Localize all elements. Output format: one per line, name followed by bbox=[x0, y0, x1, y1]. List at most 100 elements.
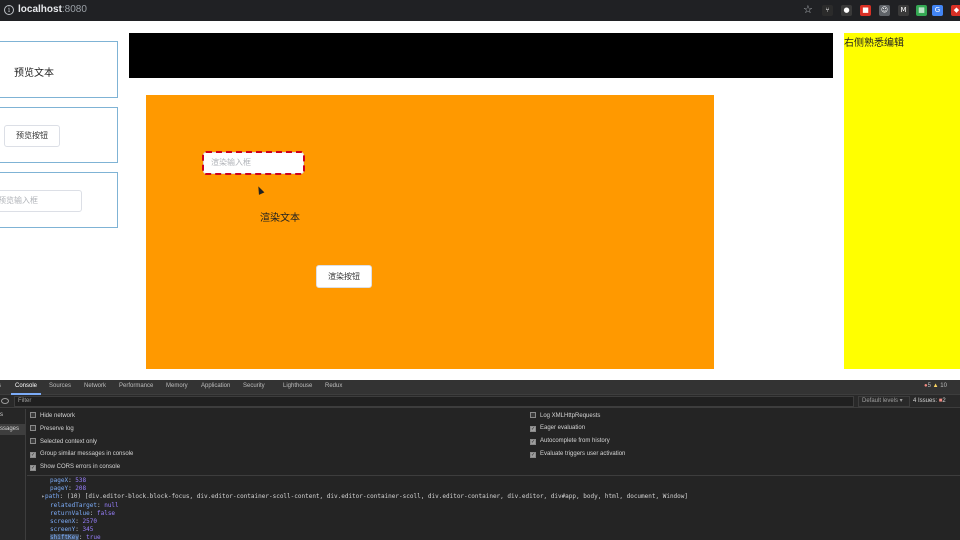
option-label: Log XMLHttpRequests bbox=[540, 413, 601, 419]
render-button[interactable]: 渲染按钮 bbox=[316, 265, 372, 288]
property-key: path bbox=[45, 493, 60, 501]
checkbox[interactable] bbox=[530, 412, 536, 418]
tab-lighthouse[interactable]: Lighthouse bbox=[283, 383, 312, 389]
ext-shield-icon[interactable]: ◆ bbox=[951, 5, 960, 16]
tab-security[interactable]: Security bbox=[243, 383, 265, 389]
devtools-panel: s Console Sources Network Performance Memory A… bbox=[0, 380, 960, 540]
mouse-cursor-icon bbox=[255, 185, 265, 195]
preview-input[interactable]: 预览输入框 bbox=[0, 190, 82, 212]
property-value: 345 bbox=[82, 526, 94, 534]
checkbox[interactable]: ✓ bbox=[30, 452, 36, 458]
checkbox[interactable] bbox=[30, 438, 36, 444]
left-option-3[interactable]: ✓ Group similar messages in console bbox=[30, 451, 133, 458]
tab-application[interactable]: Application bbox=[201, 383, 230, 389]
bookmark-star-icon[interactable]: ☆ bbox=[803, 3, 813, 16]
site-info-icon[interactable]: i bbox=[4, 5, 14, 15]
checkbox[interactable]: ✓ bbox=[530, 452, 536, 458]
ext-m-icon[interactable]: M bbox=[898, 5, 909, 16]
left-option-1[interactable]: Preserve log bbox=[30, 425, 74, 432]
property-value: false bbox=[96, 509, 116, 517]
property-value: (10) [div.editor-block.block-focus, div.… bbox=[66, 493, 689, 501]
editor-canvas[interactable]: 渲染输入框 渲染文本 渲染按钮 bbox=[146, 95, 714, 369]
tab-s[interactable]: s bbox=[0, 383, 1, 389]
expand-triangle-icon[interactable]: ▸ bbox=[27, 493, 45, 501]
console-sidebar: s ssages bbox=[0, 409, 26, 540]
console-line: screenY: 345 bbox=[50, 526, 94, 534]
option-label: Show CORS errors in console bbox=[40, 464, 121, 470]
issues-badge[interactable]: 4 Issues: ■2 bbox=[913, 398, 946, 404]
checkbox[interactable] bbox=[30, 412, 36, 418]
tab-performance[interactable]: Performance bbox=[119, 383, 153, 389]
preview-text: 预览文本 bbox=[14, 68, 54, 79]
tab-sources[interactable]: Sources bbox=[49, 383, 71, 389]
console-line: pageY: 208 bbox=[50, 485, 87, 493]
tab-redux[interactable]: Redux bbox=[325, 383, 342, 389]
right-option-1[interactable]: ✓ Eager evaluation bbox=[530, 425, 585, 432]
issues-label: 4 Issues: bbox=[913, 398, 938, 404]
preview-button[interactable]: 预览按钮 bbox=[4, 125, 60, 147]
filter-input[interactable]: Filter bbox=[14, 396, 854, 407]
ext-person-icon[interactable]: ☺ bbox=[879, 5, 890, 16]
sidebar-item-messages-all[interactable]: s bbox=[0, 412, 3, 418]
tab-memory[interactable]: Memory bbox=[166, 383, 188, 389]
ext-grid-icon[interactable]: ▦ bbox=[916, 5, 927, 16]
property-key: shiftKey bbox=[50, 534, 79, 540]
option-label: Group similar messages in console bbox=[40, 451, 134, 457]
property-key: screenY bbox=[50, 526, 76, 534]
ext-circle-icon[interactable]: ● bbox=[841, 5, 852, 16]
error-count: 5 bbox=[927, 383, 931, 389]
property-value: true bbox=[86, 534, 101, 540]
sidebar-item-messages[interactable]: ssages bbox=[0, 424, 25, 435]
checkbox[interactable]: ✓ bbox=[30, 465, 36, 471]
left-option-4[interactable]: ✓ Show CORS errors in console bbox=[30, 464, 120, 471]
console-line: returnValue: false bbox=[50, 509, 116, 517]
right-option-3[interactable]: ✓ Evaluate triggers user activation bbox=[530, 451, 625, 458]
console-line: pageX: 538 bbox=[50, 477, 87, 484]
property-key: pageX bbox=[50, 477, 69, 484]
tab-network[interactable]: Network bbox=[84, 383, 106, 389]
preview-input-block[interactable]: 预览输入框 bbox=[0, 172, 118, 228]
console-line: ▸ path: (10) [div.editor-block.block-foc… bbox=[27, 493, 960, 501]
property-key: returnValue bbox=[50, 509, 90, 517]
property-value: 2570 bbox=[82, 518, 97, 526]
property-panel-title: 右侧熟悉编辑 bbox=[844, 38, 904, 49]
devtools-tab-bar: s Console Sources Network Performance Memory A… bbox=[0, 380, 960, 395]
url-port: :8080 bbox=[61, 4, 87, 15]
render-text[interactable]: 渲染文本 bbox=[260, 209, 300, 224]
preview-button-block[interactable]: 预览按钮 bbox=[0, 107, 118, 163]
render-input[interactable]: 渲染输入框 bbox=[202, 151, 305, 175]
message-counts[interactable]: ●5 ▲ 10 bbox=[924, 383, 947, 389]
issues-count: 2 bbox=[942, 398, 946, 404]
default-levels-select[interactable]: Default levels ▾ bbox=[858, 396, 910, 407]
option-label: Preserve log bbox=[40, 426, 74, 432]
option-label: Selected context only bbox=[40, 439, 98, 445]
ext-fork-icon[interactable]: ⑂ bbox=[822, 5, 833, 16]
ext-red-icon[interactable]: ■ bbox=[860, 5, 871, 16]
checkbox[interactable]: ✓ bbox=[530, 426, 536, 432]
option-label: Eager evaluation bbox=[540, 425, 586, 431]
console-line: screenX: 2570 bbox=[50, 518, 97, 526]
screen: i localhost:8080 ☆ ⑂●■☺M▦G◆V 预览文本 预览按钮 预… bbox=[0, 0, 960, 540]
url-host: localhost bbox=[18, 4, 62, 15]
property-key: relatedTarget bbox=[50, 501, 97, 509]
ext-translate-icon[interactable]: G bbox=[932, 5, 943, 16]
preview-text-block[interactable]: 预览文本 bbox=[0, 41, 118, 98]
property-key: pageY bbox=[50, 485, 69, 493]
option-label: Hide network bbox=[40, 413, 76, 419]
address-bar[interactable]: localhost:8080 bbox=[18, 4, 87, 15]
console-line: shiftKey: true bbox=[50, 534, 101, 540]
checkbox[interactable]: ✓ bbox=[530, 439, 536, 445]
eye-icon[interactable] bbox=[1, 398, 9, 404]
browser-toolbar: i localhost:8080 ☆ ⑂●■☺M▦G◆V bbox=[0, 0, 960, 21]
left-option-0[interactable]: Hide network bbox=[30, 412, 75, 419]
right-option-2[interactable]: ✓ Autocomplete from history bbox=[530, 438, 610, 445]
checkbox[interactable] bbox=[30, 425, 36, 431]
tab-console[interactable]: Console bbox=[15, 383, 37, 389]
option-label: Evaluate triggers user activation bbox=[540, 451, 626, 457]
property-panel: 右侧熟悉编辑 bbox=[844, 33, 960, 369]
left-option-2[interactable]: Selected context only bbox=[30, 438, 97, 445]
console-line: relatedTarget: null bbox=[50, 501, 119, 509]
property-key: screenX bbox=[50, 518, 76, 526]
right-option-0[interactable]: Log XMLHttpRequests bbox=[530, 412, 600, 419]
console-output: pageX: 538 pageY: 208 ▸ path: (10) [div.ed… bbox=[27, 477, 960, 540]
